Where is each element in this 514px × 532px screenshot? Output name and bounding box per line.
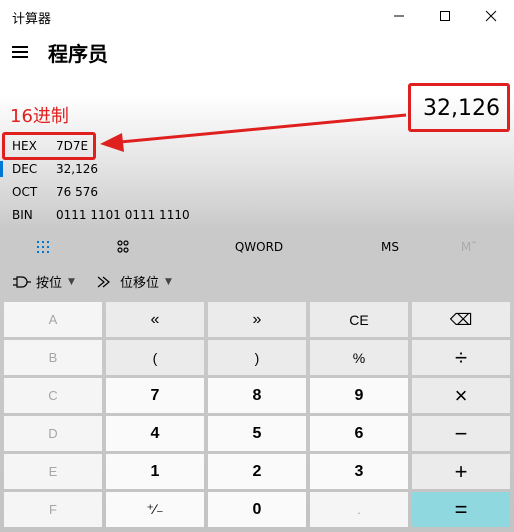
chevron-down-icon: ▼ [68, 276, 75, 287]
key-subtract[interactable]: − [412, 416, 510, 451]
key-percent[interactable]: % [310, 340, 408, 375]
key-7[interactable]: 7 [106, 378, 204, 413]
key-multiply[interactable]: × [412, 378, 510, 413]
key-5[interactable]: 5 [208, 416, 306, 451]
key-left-shift[interactable]: « [106, 302, 204, 337]
tab-word-size[interactable]: QWORD [222, 234, 296, 260]
key-hex-f[interactable]: F [4, 492, 102, 527]
display-value: 32,126 [423, 96, 500, 121]
bitshift-label: 位移位 [120, 276, 160, 291]
bitwise-label: 按位 [36, 276, 63, 291]
key-hex-e[interactable]: E [4, 454, 102, 489]
key-add[interactable]: + [412, 454, 510, 489]
radix-value: 76 576 [56, 185, 98, 199]
key-decimal[interactable]: . [310, 492, 408, 527]
bit-toggle-icon [117, 240, 129, 253]
chevron-down-icon: ▼ [165, 276, 172, 287]
bit-toolbar: 按位 ▼ 位移位 ▼ [0, 268, 514, 298]
key-4[interactable]: 4 [106, 416, 204, 451]
key-equals[interactable]: = [412, 492, 510, 527]
bitshift-dropdown[interactable]: 位移位 ▼ [96, 272, 172, 291]
logic-gate-icon [13, 275, 31, 288]
key-negate[interactable]: ⁺∕₋ [106, 492, 204, 527]
key-hex-a[interactable]: A [4, 302, 102, 337]
annotation-arrow-icon [100, 113, 407, 152]
key-hex-d[interactable]: D [4, 416, 102, 451]
key-close-paren[interactable]: ) [208, 340, 306, 375]
key-8[interactable]: 8 [208, 378, 306, 413]
keypad-icon [37, 241, 49, 253]
key-backspace[interactable]: ⌫ [412, 302, 510, 337]
key-3[interactable]: 3 [310, 454, 408, 489]
bitwise-dropdown[interactable]: 按位 ▼ [12, 272, 75, 291]
radix-value: 0111 1101 0111 1110 [56, 208, 190, 222]
radix-row-bin[interactable]: BIN 0111 1101 0111 1110 [0, 206, 300, 226]
tab-bar: QWORD MS M˘ [0, 234, 514, 260]
bitshift-icon [97, 276, 110, 287]
tab-bit-toggle[interactable] [100, 234, 146, 260]
key-6[interactable]: 6 [310, 416, 408, 451]
radix-value: 32,126 [56, 162, 98, 176]
key-0[interactable]: 0 [208, 492, 306, 527]
key-1[interactable]: 1 [106, 454, 204, 489]
radix-name: HEX [12, 139, 37, 153]
memory-store-button[interactable]: MS [364, 234, 416, 260]
key-divide[interactable]: ÷ [412, 340, 510, 375]
radix-name: OCT [12, 185, 38, 199]
memory-recall-button[interactable]: M˘ [446, 234, 492, 260]
key-hex-c[interactable]: C [4, 378, 102, 413]
radix-row-dec[interactable]: DEC 32,126 [0, 160, 300, 180]
radix-name: DEC [12, 162, 38, 176]
key-9[interactable]: 9 [310, 378, 408, 413]
radix-row-hex[interactable]: HEX 7D7E [0, 137, 300, 157]
radix-value: 7D7E [56, 139, 89, 153]
key-right-shift[interactable]: » [208, 302, 306, 337]
key-open-paren[interactable]: ( [106, 340, 204, 375]
key-hex-b[interactable]: B [4, 340, 102, 375]
radix-name: BIN [12, 208, 33, 222]
key-2[interactable]: 2 [208, 454, 306, 489]
tab-keypad[interactable] [20, 234, 66, 260]
key-clear-entry[interactable]: CE [310, 302, 408, 337]
radix-row-oct[interactable]: OCT 76 576 [0, 183, 300, 203]
